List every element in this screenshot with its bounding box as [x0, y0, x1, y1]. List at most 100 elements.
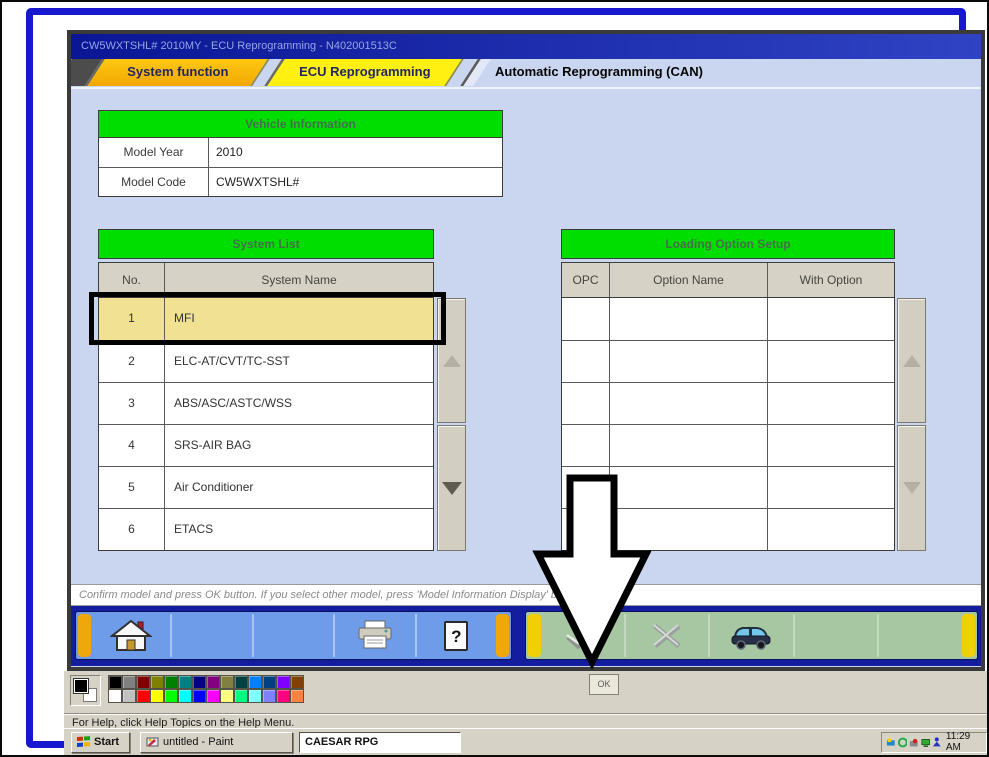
palette-color-swatch[interactable] [290, 675, 304, 689]
chevron-up-icon [903, 355, 921, 367]
row-no: 6 [99, 509, 165, 550]
option-row[interactable] [562, 424, 894, 466]
tray-icon-5[interactable] [932, 736, 942, 748]
palette-color-swatch[interactable] [276, 675, 290, 689]
tab-system-function[interactable]: System function [84, 59, 270, 86]
row-no: 2 [99, 341, 165, 382]
toolbar-cap [78, 614, 91, 657]
window-title-bar: CW5WXTSHL# 2010MY - ECU Reprogramming - … [71, 34, 981, 59]
option-row[interactable] [562, 382, 894, 424]
tab-label: System function [96, 59, 259, 85]
palette-color-swatch[interactable] [206, 689, 220, 703]
system-row-mfi[interactable]: 1 MFI [99, 298, 433, 340]
print-button[interactable] [333, 614, 414, 657]
palette-color-swatch[interactable] [248, 675, 262, 689]
ok-button[interactable] [541, 614, 624, 657]
paint-palette [108, 675, 304, 703]
palette-color-swatch[interactable] [276, 689, 290, 703]
option-row[interactable] [562, 466, 894, 508]
palette-color-swatch[interactable] [220, 675, 234, 689]
paint-app-icon [146, 736, 159, 748]
option-cell [768, 467, 894, 508]
palette-color-swatch[interactable] [164, 689, 178, 703]
vehicle-button[interactable] [708, 614, 793, 657]
toolbar-strip: ? [71, 606, 981, 666]
scroll-up-button[interactable] [437, 298, 466, 423]
tray-icon-4[interactable] [921, 737, 931, 748]
row-name: ETACS [165, 509, 433, 550]
option-row[interactable] [562, 298, 894, 340]
palette-color-swatch[interactable] [234, 689, 248, 703]
palette-color-swatch[interactable] [178, 675, 192, 689]
palette-color-swatch[interactable] [220, 689, 234, 703]
toolbar-empty-button-2[interactable] [252, 614, 333, 657]
palette-color-swatch[interactable] [262, 689, 276, 703]
start-button[interactable]: Start [71, 732, 130, 753]
system-row-aircon[interactable]: 5 Air Conditioner [99, 466, 433, 508]
option-cell [562, 298, 610, 340]
cancel-button[interactable] [624, 614, 709, 657]
option-cell [610, 425, 768, 466]
palette-color-swatch[interactable] [206, 675, 220, 689]
toolbar-empty-button-1[interactable] [170, 614, 251, 657]
tab-automatic-reprogramming[interactable]: Automatic Reprogramming (CAN) [495, 64, 703, 79]
option-row[interactable] [562, 508, 894, 550]
option-cell [610, 383, 768, 424]
system-list-table: System List No. System Name 1 MFI 2 ELC-… [98, 229, 434, 551]
palette-color-swatch[interactable] [122, 675, 136, 689]
loading-option-column-header: OPC Option Name With Option [561, 262, 895, 298]
palette-color-swatch[interactable] [234, 675, 248, 689]
palette-color-swatch[interactable] [136, 689, 150, 703]
palette-color-swatch[interactable] [108, 689, 122, 703]
palette-color-swatch[interactable] [122, 689, 136, 703]
taskbar-item-paint[interactable]: untitled - Paint [140, 732, 293, 753]
tray-icon-2[interactable] [898, 737, 908, 748]
loading-option-scrollbar [897, 298, 926, 551]
palette-color-swatch[interactable] [164, 675, 178, 689]
printer-icon [355, 619, 395, 653]
chevron-up-icon [443, 355, 461, 367]
blue-frame-border: CW5WXTSHL# 2010MY - ECU Reprogramming - … [26, 8, 966, 748]
option-row[interactable] [562, 340, 894, 382]
palette-color-swatch[interactable] [192, 689, 206, 703]
system-row-elc[interactable]: 2 ELC-AT/CVT/TC-SST [99, 340, 433, 382]
paint-chrome: OK For Help, click Help Topics on the He… [64, 671, 989, 755]
option-cell [768, 341, 894, 382]
toolbar-empty-button-3[interactable] [793, 614, 878, 657]
taskbar-item-caesar-rpg[interactable]: CAESAR RPG [299, 732, 461, 753]
table-row: Model Year 2010 [99, 138, 502, 167]
tray-icon-3[interactable] [909, 737, 919, 748]
chevron-down-icon [903, 482, 921, 494]
palette-color-swatch[interactable] [192, 675, 206, 689]
window-title: CW5WXTSHL# 2010MY - ECU Reprogramming - … [81, 40, 397, 52]
system-row-abs[interactable]: 3 ABS/ASC/ASTC/WSS [99, 382, 433, 424]
taskbar: Start untitled - Paint CAESAR RPG [64, 728, 989, 755]
home-button[interactable] [91, 614, 170, 657]
model-code-value: CW5WXTSHL# [209, 168, 502, 196]
option-cell [610, 509, 768, 550]
paint-color-selector[interactable] [70, 675, 101, 706]
option-cell [562, 383, 610, 424]
palette-color-swatch[interactable] [262, 675, 276, 689]
col-with-option: With Option [768, 263, 894, 297]
palette-color-swatch[interactable] [290, 689, 304, 703]
system-row-srs[interactable]: 4 SRS-AIR BAG [99, 424, 433, 466]
system-list-scrollbar [437, 298, 466, 551]
palette-color-swatch[interactable] [150, 675, 164, 689]
palette-color-swatch[interactable] [108, 675, 122, 689]
row-name: ELC-AT/CVT/TC-SST [165, 341, 433, 382]
toolbar-cap [496, 614, 509, 657]
palette-color-swatch[interactable] [136, 675, 150, 689]
tab-ecu-reprogramming[interactable]: ECU Reprogramming [264, 59, 464, 86]
scroll-down-button[interactable] [897, 425, 926, 551]
palette-color-swatch[interactable] [248, 689, 262, 703]
palette-color-swatch[interactable] [150, 689, 164, 703]
palette-color-swatch[interactable] [178, 689, 192, 703]
system-row-etacs[interactable]: 6 ETACS [99, 508, 433, 550]
option-cell [610, 341, 768, 382]
help-button[interactable]: ? [415, 614, 496, 657]
scroll-up-button[interactable] [897, 298, 926, 423]
scroll-down-button[interactable] [437, 425, 466, 551]
tray-icon-1[interactable] [886, 737, 896, 748]
toolbar-empty-button-4[interactable] [877, 614, 962, 657]
